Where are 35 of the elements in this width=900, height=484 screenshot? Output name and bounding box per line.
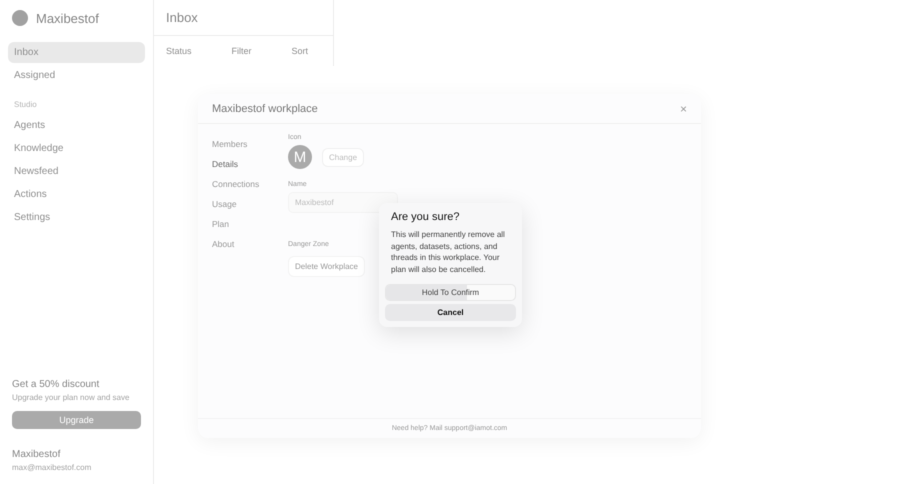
settings-nav-item[interactable]: Usage — [212, 194, 264, 214]
confirm-title: Are you sure? — [390, 211, 460, 225]
status-dropdown[interactable]: Status — [166, 46, 192, 56]
settings-nav-item[interactable]: About — [212, 234, 264, 254]
workspace-name[interactable]: Maxibestof — [36, 10, 99, 26]
cancel-button[interactable]: Cancel — [385, 304, 516, 321]
page-title: Inbox — [154, 0, 334, 36]
settings-nav-item[interactable]: Plan — [212, 214, 264, 234]
sidebar-item[interactable]: Actions — [8, 184, 145, 205]
promo-text: Upgrade your plan now and save — [12, 393, 130, 402]
sidebar-item[interactable]: Knowledge — [8, 138, 145, 159]
settings-nav-item[interactable]: Members — [212, 134, 264, 154]
sidebar-item[interactable]: Settings — [8, 207, 145, 228]
section-label: Studio — [13, 99, 38, 111]
sort-button[interactable]: Sort — [292, 46, 308, 56]
sidebar-item[interactable]: Agents — [8, 115, 145, 136]
settings-nav-item[interactable]: Connections — [212, 174, 264, 194]
sidebar-item[interactable]: Assigned — [8, 65, 145, 86]
confirm-message: This will permanently remove all agents, datasets, actions, and threads in this workplace. Your plan will also be cancelled. — [390, 229, 506, 276]
settings-nav-item[interactable]: Details — [212, 154, 264, 174]
upgrade-button[interactable]: Upgrade — [12, 411, 141, 429]
sidebar-item[interactable]: Inbox — [8, 42, 145, 63]
hold-to-confirm-button[interactable]: Hold To Confirm — [385, 284, 516, 301]
delete-workplace-button[interactable]: Delete Workplace — [288, 256, 365, 277]
sidebar-item[interactable]: Newsfeed — [8, 161, 145, 182]
close-button[interactable]: × — [680, 102, 687, 116]
logo-icon — [12, 10, 28, 26]
dialog-title: Maxibestof workplace — [212, 102, 318, 114]
filter-button[interactable]: Filter — [232, 46, 252, 56]
promo-title: Get a 50% discount — [12, 379, 100, 390]
change-button[interactable]: Change — [322, 148, 364, 166]
name-field[interactable]: Maxibestof — [288, 192, 398, 213]
user-name: Maxibestof — [12, 449, 62, 460]
user-email: max@maxibestof.com — [12, 463, 92, 472]
avatar: M — [288, 145, 312, 169]
